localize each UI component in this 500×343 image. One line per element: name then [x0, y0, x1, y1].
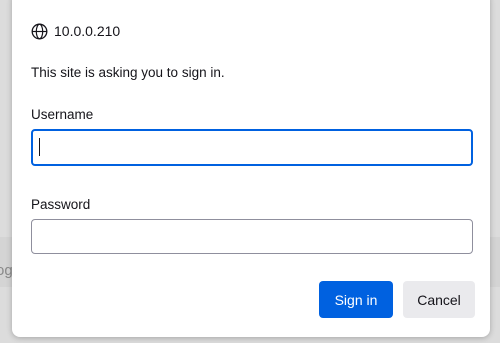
sign-in-message: This site is asking you to sign in. [31, 65, 225, 80]
backdrop-partial-text: og [0, 262, 13, 279]
username-field[interactable] [31, 129, 473, 166]
password-field[interactable] [31, 219, 473, 254]
username-label: Username [31, 107, 94, 122]
sign-in-dialog: 10.0.0.210 This site is asking you to si… [12, 0, 490, 337]
sign-in-button[interactable]: Sign in [319, 281, 393, 318]
password-label: Password [31, 197, 91, 212]
globe-icon [31, 23, 48, 40]
site-host: 10.0.0.210 [54, 23, 121, 39]
text-caret [39, 138, 40, 156]
dialog-header: 10.0.0.210 [31, 22, 120, 40]
cancel-button[interactable]: Cancel [403, 281, 475, 318]
